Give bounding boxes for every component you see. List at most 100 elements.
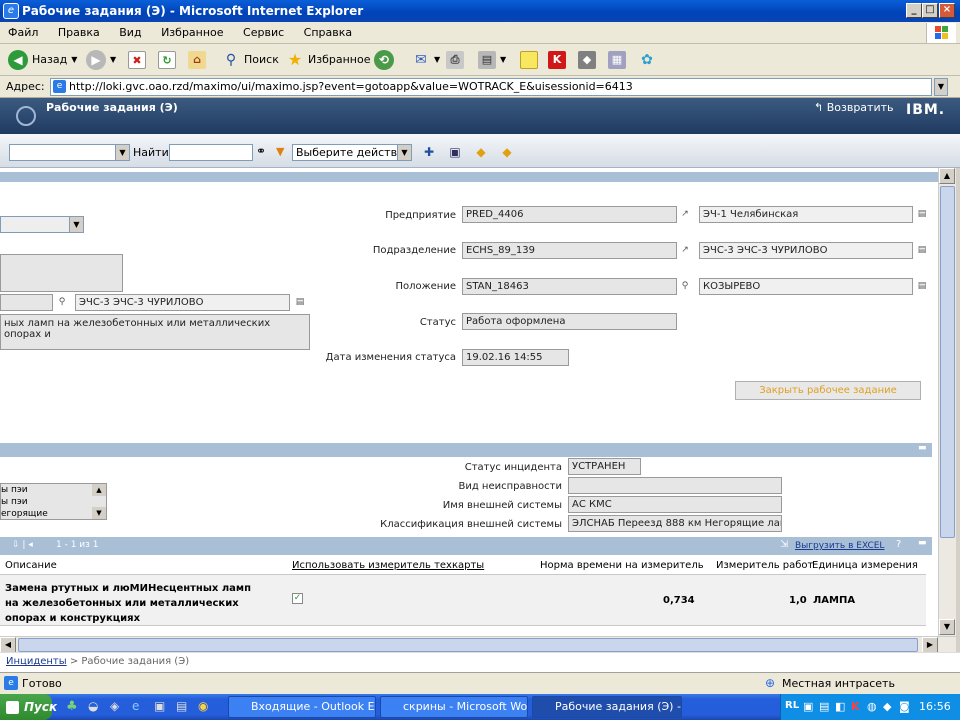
menu-file[interactable]: Файл bbox=[0, 22, 46, 44]
list-item[interactable]: егорящие bbox=[1, 508, 106, 519]
back-button[interactable]: ◀ Назад ▼ bbox=[8, 49, 77, 71]
search-icon[interactable]: ⚲ bbox=[56, 296, 68, 308]
close-window-button[interactable]: × bbox=[939, 3, 955, 18]
language-icon[interactable]: RL bbox=[785, 700, 799, 711]
download-icon[interactable]: ⇲ bbox=[780, 539, 788, 550]
previous-record-icon[interactable]: ◆ bbox=[472, 143, 490, 161]
scroll-thumb[interactable] bbox=[940, 186, 955, 538]
edit-button[interactable]: ▤ ▼ bbox=[478, 49, 506, 71]
location-name-field[interactable]: КОЗЫРЕВО bbox=[699, 278, 913, 295]
scroll-up-button[interactable]: ▲ bbox=[939, 168, 955, 184]
tray-icon[interactable]: ▣ bbox=[803, 700, 813, 713]
list-item[interactable]: ы пэи bbox=[1, 484, 106, 496]
save-icon[interactable]: ▣ bbox=[446, 143, 464, 161]
menu-tools[interactable]: Сервис bbox=[235, 22, 292, 44]
search-icon[interactable]: ⚲ bbox=[679, 280, 691, 292]
enterprise-name-field[interactable]: ЭЧ-1 Челябинская bbox=[699, 206, 913, 223]
task-word[interactable]: скрины - Microsoft Word bbox=[380, 696, 528, 718]
query-select[interactable]: ▼ bbox=[9, 144, 130, 161]
arrow-go-icon[interactable]: ↗ bbox=[679, 208, 691, 220]
left-select[interactable]: ▼ bbox=[0, 216, 84, 233]
task-outlook[interactable]: Входящие - Outlook Exp... bbox=[228, 696, 376, 718]
minimize-button[interactable]: _ bbox=[906, 3, 922, 18]
research-button[interactable]: ▦ bbox=[608, 49, 626, 71]
list-item[interactable]: ы пэи bbox=[1, 496, 106, 508]
collapse-icon[interactable]: ▬ bbox=[918, 538, 927, 548]
quicklaunch-icon[interactable]: ◒ bbox=[88, 699, 98, 713]
detail-menu-icon[interactable]: ▤ bbox=[916, 280, 928, 292]
table-row[interactable]: Замена ртутных и люМИНесцентных ламп на … bbox=[0, 574, 926, 626]
arrow-go-icon[interactable]: ↗ bbox=[679, 244, 691, 256]
horizontal-scrollbar[interactable]: ◀ ▶ bbox=[0, 636, 956, 653]
quicklaunch-icon[interactable]: ▣ bbox=[154, 699, 165, 713]
use-meter-checkbox[interactable]: ✓ bbox=[292, 593, 303, 604]
division-name-field[interactable]: ЭЧС-3 ЭЧС-3 ЧУРИЛОВО bbox=[699, 242, 913, 259]
forward-button[interactable]: ▶ ▼ bbox=[86, 49, 116, 71]
media-icon[interactable]: ◉ bbox=[198, 699, 208, 713]
scroll-up-icon[interactable]: ▲ bbox=[92, 484, 106, 496]
scroll-left-button[interactable]: ◀ bbox=[0, 637, 16, 653]
pager-nav-icon[interactable]: ⇩ | ◂ bbox=[12, 540, 33, 550]
favorites-button[interactable]: ★ Избранное bbox=[286, 49, 371, 71]
messenger-button[interactable]: ◆ bbox=[578, 49, 596, 71]
binoculars-icon[interactable]: ⚭ bbox=[256, 144, 266, 158]
maximize-button[interactable]: □ bbox=[922, 3, 938, 18]
tray-icon[interactable]: ◧ bbox=[835, 700, 845, 713]
refresh-button[interactable]: ↻ bbox=[158, 49, 176, 71]
left-division-field[interactable]: ЭЧС-3 ЭЧС-3 ЧУРИЛОВО bbox=[75, 294, 290, 311]
action-select[interactable]: Выберите действие ▼ bbox=[292, 144, 412, 161]
left-code-field[interactable] bbox=[0, 294, 53, 311]
tray-icon[interactable]: ◆ bbox=[883, 700, 891, 713]
return-link[interactable]: ↰ Возвратить bbox=[814, 101, 894, 114]
export-excel-link[interactable]: Выгрузить в EXCEL bbox=[795, 541, 884, 551]
vertical-scrollbar[interactable]: ▲ ▼ bbox=[938, 168, 956, 636]
kaspersky-icon[interactable]: K bbox=[851, 700, 860, 713]
menu-favorites[interactable]: Избранное bbox=[153, 22, 231, 44]
tray-icon[interactable]: ◍ bbox=[867, 700, 877, 713]
scroll-down-icon[interactable]: ▼ bbox=[92, 507, 106, 519]
breadcrumb-incidents-link[interactable]: Инциденты bbox=[6, 656, 67, 667]
description-long-field[interactable]: ных ламп на железобетонных или металличе… bbox=[0, 314, 310, 350]
menu-edit[interactable]: Правка bbox=[50, 22, 108, 44]
scroll-right-button[interactable]: ▶ bbox=[922, 637, 938, 653]
quicklaunch-icon[interactable]: ◈ bbox=[110, 699, 119, 713]
collapse-icon[interactable]: ▬ bbox=[918, 443, 927, 453]
address-dropdown-button[interactable]: ▼ bbox=[934, 78, 948, 96]
kaspersky-button[interactable]: K bbox=[548, 49, 566, 71]
enterprise-code-field[interactable]: PRED_4406 bbox=[462, 206, 677, 223]
left-textarea[interactable] bbox=[0, 254, 123, 292]
quicklaunch-icon[interactable]: ▤ bbox=[176, 699, 187, 713]
detail-menu-icon[interactable]: ▤ bbox=[294, 296, 306, 308]
mail-button[interactable]: ✉ ▼ bbox=[412, 49, 440, 71]
home-button[interactable]: ⌂ bbox=[188, 49, 206, 71]
find-input[interactable] bbox=[169, 144, 253, 161]
search-button[interactable]: ⚲ Поиск bbox=[222, 49, 279, 71]
tray-icon[interactable]: ▤ bbox=[819, 700, 829, 713]
division-code-field[interactable]: ECHS_89_139 bbox=[462, 242, 677, 259]
help-icon[interactable]: ? bbox=[896, 539, 901, 550]
start-button[interactable]: Пуск bbox=[0, 694, 57, 720]
history-button[interactable]: ⟲ bbox=[374, 49, 394, 71]
incident-list[interactable]: ы пэи ы пэи егорящие ▲ ▼ bbox=[0, 483, 107, 520]
col-use-meter-header[interactable]: Использовать измеритель техкарты bbox=[292, 560, 484, 571]
scroll-down-button[interactable]: ▼ bbox=[939, 619, 955, 635]
next-record-icon[interactable]: ◆ bbox=[498, 143, 516, 161]
close-work-order-button[interactable]: Закрыть рабочее задание bbox=[735, 381, 921, 400]
detail-menu-icon[interactable]: ▤ bbox=[916, 244, 928, 256]
new-record-icon[interactable]: ✚ bbox=[420, 143, 438, 161]
tree-icon[interactable]: ♣ bbox=[66, 699, 78, 714]
menu-view[interactable]: Вид bbox=[111, 22, 149, 44]
msn-button[interactable]: ✿ bbox=[638, 49, 656, 71]
menu-help[interactable]: Справка bbox=[296, 22, 360, 44]
notes-button[interactable] bbox=[520, 49, 538, 71]
ie-quicklaunch-icon[interactable]: e bbox=[132, 699, 139, 713]
detail-menu-icon[interactable]: ▤ bbox=[916, 208, 928, 220]
hscroll-thumb[interactable] bbox=[18, 638, 918, 652]
tray-icon[interactable]: ◙ bbox=[899, 700, 910, 713]
filter-arrow-icon[interactable]: ▼ bbox=[276, 145, 284, 158]
print-button[interactable]: ⎙ bbox=[446, 49, 464, 71]
task-ie[interactable]: Рабочие задания (Э) -... bbox=[532, 696, 682, 718]
stop-button[interactable]: ✖ bbox=[128, 49, 146, 71]
address-input[interactable]: e http://loki.gvc.oao.rzd/maximo/ui/maxi… bbox=[50, 78, 932, 96]
location-code-field[interactable]: STAN_18463 bbox=[462, 278, 677, 295]
